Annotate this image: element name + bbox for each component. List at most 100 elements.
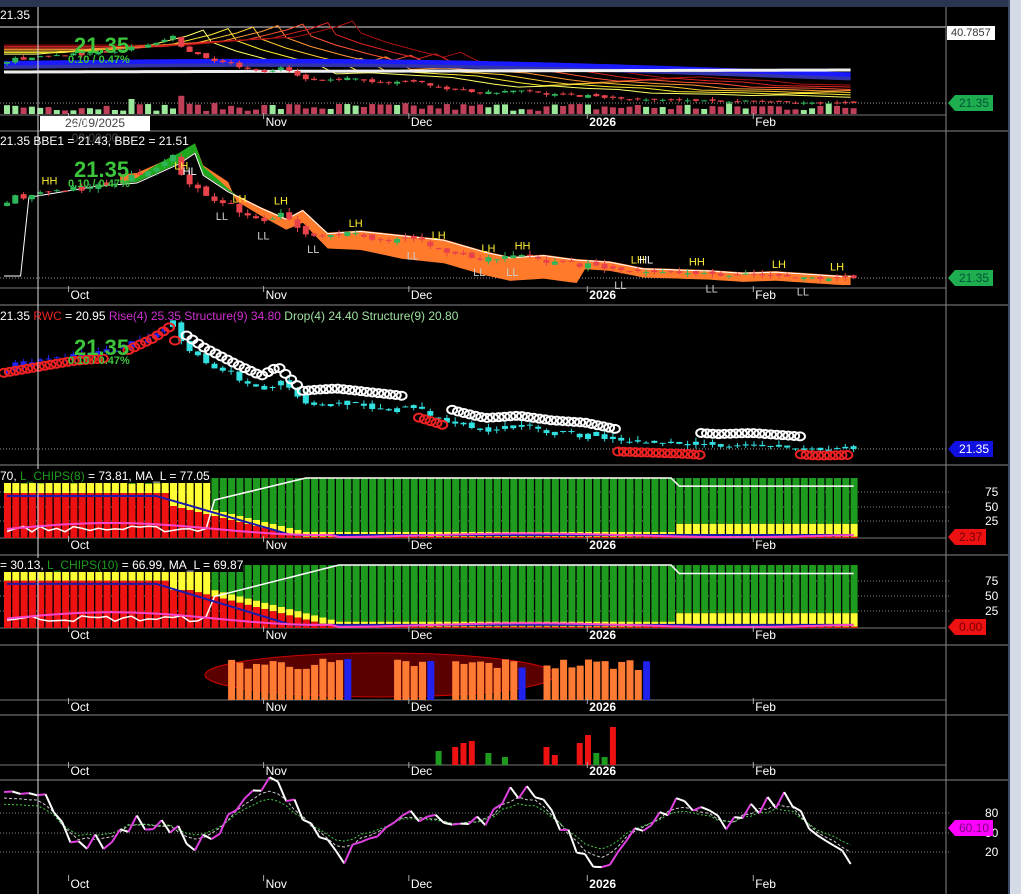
chips8-red-bar <box>526 536 534 538</box>
volume-bar <box>502 104 508 114</box>
p1-candle <box>194 52 201 55</box>
p1-candle <box>394 81 401 84</box>
p3-candle <box>834 448 840 450</box>
chips8-red-bar <box>319 536 327 538</box>
chips10-green-bar <box>477 565 485 622</box>
chips10-yellow-bar <box>244 598 252 605</box>
oscillator-segment <box>194 834 205 851</box>
chips8-green-bar <box>443 478 451 532</box>
p3-candle <box>609 436 616 440</box>
volume-bar <box>452 109 459 114</box>
chips10-red-bar <box>153 580 161 628</box>
chips8-red-bar <box>618 536 626 538</box>
date-axis-label: Nov <box>265 538 287 552</box>
p3-candle <box>775 444 782 447</box>
chips8-green-bar <box>585 478 592 532</box>
chips8-green-bar <box>842 478 850 524</box>
chips8-green-bar <box>360 478 368 532</box>
date-axis-label: Nov <box>265 700 287 714</box>
p2-candle <box>717 273 724 276</box>
oscillator-segment <box>517 785 528 800</box>
p2-candle <box>609 266 616 269</box>
p1-candle <box>294 71 301 76</box>
signal-bar <box>427 660 435 700</box>
oscillator-segment <box>427 813 436 818</box>
oscillator-segment <box>542 798 553 811</box>
volume-bar <box>601 106 608 114</box>
p3-candle <box>452 421 459 424</box>
flow-bar <box>452 747 459 765</box>
structure-label: LH <box>481 243 495 255</box>
chips8-red-bar <box>211 516 219 538</box>
chips10-red-bar <box>834 626 841 628</box>
p1-candle <box>726 101 733 103</box>
chips8-green-bar <box>668 478 675 532</box>
chips8-red-bar <box>145 493 153 538</box>
p1-candle <box>543 93 550 95</box>
moving-average-line <box>4 21 851 88</box>
volume-bar <box>120 110 127 114</box>
volume-bar <box>460 104 467 114</box>
chips8-green-bar <box>385 478 393 532</box>
oscillator-segment <box>825 839 835 847</box>
p3-candle <box>560 430 567 432</box>
p1-candle <box>468 89 475 93</box>
structure-label: HH <box>42 175 58 187</box>
signal-bar <box>477 661 485 700</box>
p2-candle <box>643 271 650 273</box>
p3-title-price: 21.35 <box>0 309 34 323</box>
p3-candle <box>809 448 816 450</box>
oscillator-segment <box>434 814 445 824</box>
p2-candle <box>62 190 69 192</box>
chips10-red-bar <box>651 626 659 628</box>
chips8-yellow-bar <box>128 483 136 493</box>
date-axis-label: 2026 <box>589 628 616 642</box>
p3-candle <box>468 422 475 428</box>
volume-bar <box>427 105 434 114</box>
volume-bar <box>759 106 766 114</box>
p3-candle <box>410 405 417 409</box>
p2-candle <box>775 274 782 276</box>
chips8-green-bar <box>734 478 742 524</box>
chips10-red-bar <box>543 626 551 628</box>
signal-bar <box>460 663 468 700</box>
p1-candle <box>842 101 849 103</box>
volume-bar <box>336 103 342 114</box>
p2-candle <box>651 270 658 273</box>
volume-bar <box>784 109 791 114</box>
chips8-yellow-bar <box>20 483 28 493</box>
oscillator-segment <box>741 803 752 819</box>
chips10-yellow-bar <box>286 609 294 616</box>
oscillator-segment <box>78 840 88 850</box>
oscillator-segment <box>534 796 544 801</box>
p2-candle <box>518 255 525 257</box>
p3-candle <box>427 411 434 416</box>
signal-bar <box>302 668 310 700</box>
chips8-green-bar <box>419 478 426 532</box>
oscillator-segment <box>135 815 146 831</box>
chips8-green-bar <box>825 478 833 524</box>
p2-candle <box>319 235 326 237</box>
chips10-green-bar <box>684 565 692 614</box>
oscillator-segment <box>484 808 495 826</box>
chips10-green-bar <box>286 565 294 610</box>
p3-candle <box>319 404 326 406</box>
chips8-red-bar <box>626 536 634 538</box>
oscillator-segment <box>634 827 644 832</box>
chips8-red-bar <box>643 536 651 538</box>
p2-candle <box>510 255 517 259</box>
chips10-green-bar <box>850 565 858 614</box>
chips8-red-bar <box>194 512 202 538</box>
p3-candle <box>236 371 243 381</box>
date-axis-label: Feb <box>755 877 776 891</box>
oscillator-segment <box>53 811 63 823</box>
p5-value-tag: 0.00 <box>947 619 987 635</box>
p2-candle <box>825 278 832 281</box>
p1-candle <box>593 94 600 97</box>
p3-candle <box>585 433 591 439</box>
oscillator-segment <box>758 796 769 814</box>
oscillator-segment <box>169 825 179 834</box>
chips8-green-bar <box>261 478 269 522</box>
chips10-green-bar <box>394 565 402 622</box>
p1-candle <box>742 100 749 102</box>
